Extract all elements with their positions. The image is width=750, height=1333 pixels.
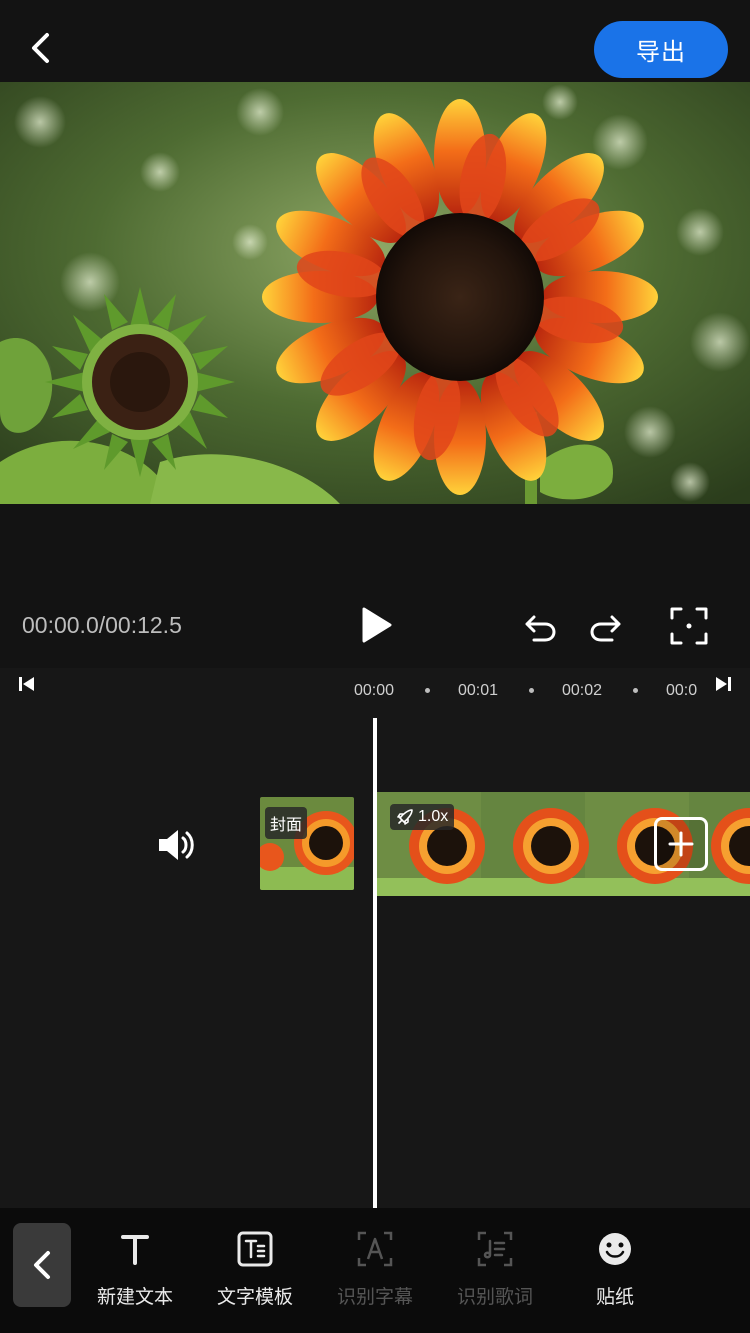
volume-button[interactable] [154,822,200,868]
play-button[interactable] [356,603,396,647]
timeline-tick-dot [529,688,534,693]
timeline-tick: 00:00 [354,682,395,699]
chevron-left-icon [34,1251,50,1279]
jump-to-start-button[interactable] [16,674,38,694]
tool-recognize-subtitle[interactable]: 识别字幕 [320,1230,430,1310]
redo-button[interactable] [586,607,626,647]
jump-to-end-button[interactable] [712,674,734,694]
speed-label: 1.0x [418,808,449,825]
sticker-smiley-icon [599,1233,631,1265]
timeline-tick: 00:02 [562,682,603,699]
recognize-subtitle-icon [357,1231,393,1267]
tool-label: 文字模板 [216,1287,293,1308]
redo-icon [590,615,621,642]
cover-label: 封面 [265,807,308,839]
tool-label: 新建文本 [96,1287,173,1308]
tool-new-text[interactable]: 新建文本 [80,1230,190,1310]
toolbar-back-button[interactable] [13,1223,71,1307]
sunflower-preview-image [0,82,750,504]
playhead[interactable] [373,718,377,1208]
undo-icon [525,615,556,642]
text-T-icon [121,1235,149,1265]
video-preview[interactable] [0,82,750,504]
plus-icon [668,831,694,857]
rocket-icon [397,809,413,825]
chevron-left-icon [32,33,49,63]
fullscreen-icon [670,607,708,645]
text-template-icon [237,1231,273,1267]
speed-badge[interactable]: 1.0x [390,804,455,830]
skip-start-icon [19,677,34,691]
export-button[interactable]: 导出 [594,21,728,78]
recognize-lyrics-icon [477,1231,513,1267]
add-clip-button[interactable] [654,817,708,871]
tool-label: 识别字幕 [336,1287,413,1308]
preview-letterbox [0,504,750,598]
timeline-tick-dot [425,688,430,693]
tool-label: 识别歌词 [456,1287,533,1308]
speaker-icon [159,830,194,860]
tool-label: 贴纸 [595,1287,634,1308]
tool-text-template[interactable]: 文字模板 [200,1230,310,1310]
tool-sticker[interactable]: 贴纸 [560,1230,670,1310]
timeline-tick: 00:0 [666,682,698,699]
time-readout: 00:00.0/00:12.5 [22,612,182,638]
undo-button[interactable] [520,607,560,647]
tool-recognize-lyrics[interactable]: 识别歌词 [440,1230,550,1310]
play-icon [362,607,392,643]
back-button[interactable] [22,28,62,68]
timeline-tick: 00:01 [458,682,499,699]
skip-end-icon [716,677,731,691]
timeline-tick-dot [633,688,638,693]
fullscreen-button[interactable] [668,605,710,647]
